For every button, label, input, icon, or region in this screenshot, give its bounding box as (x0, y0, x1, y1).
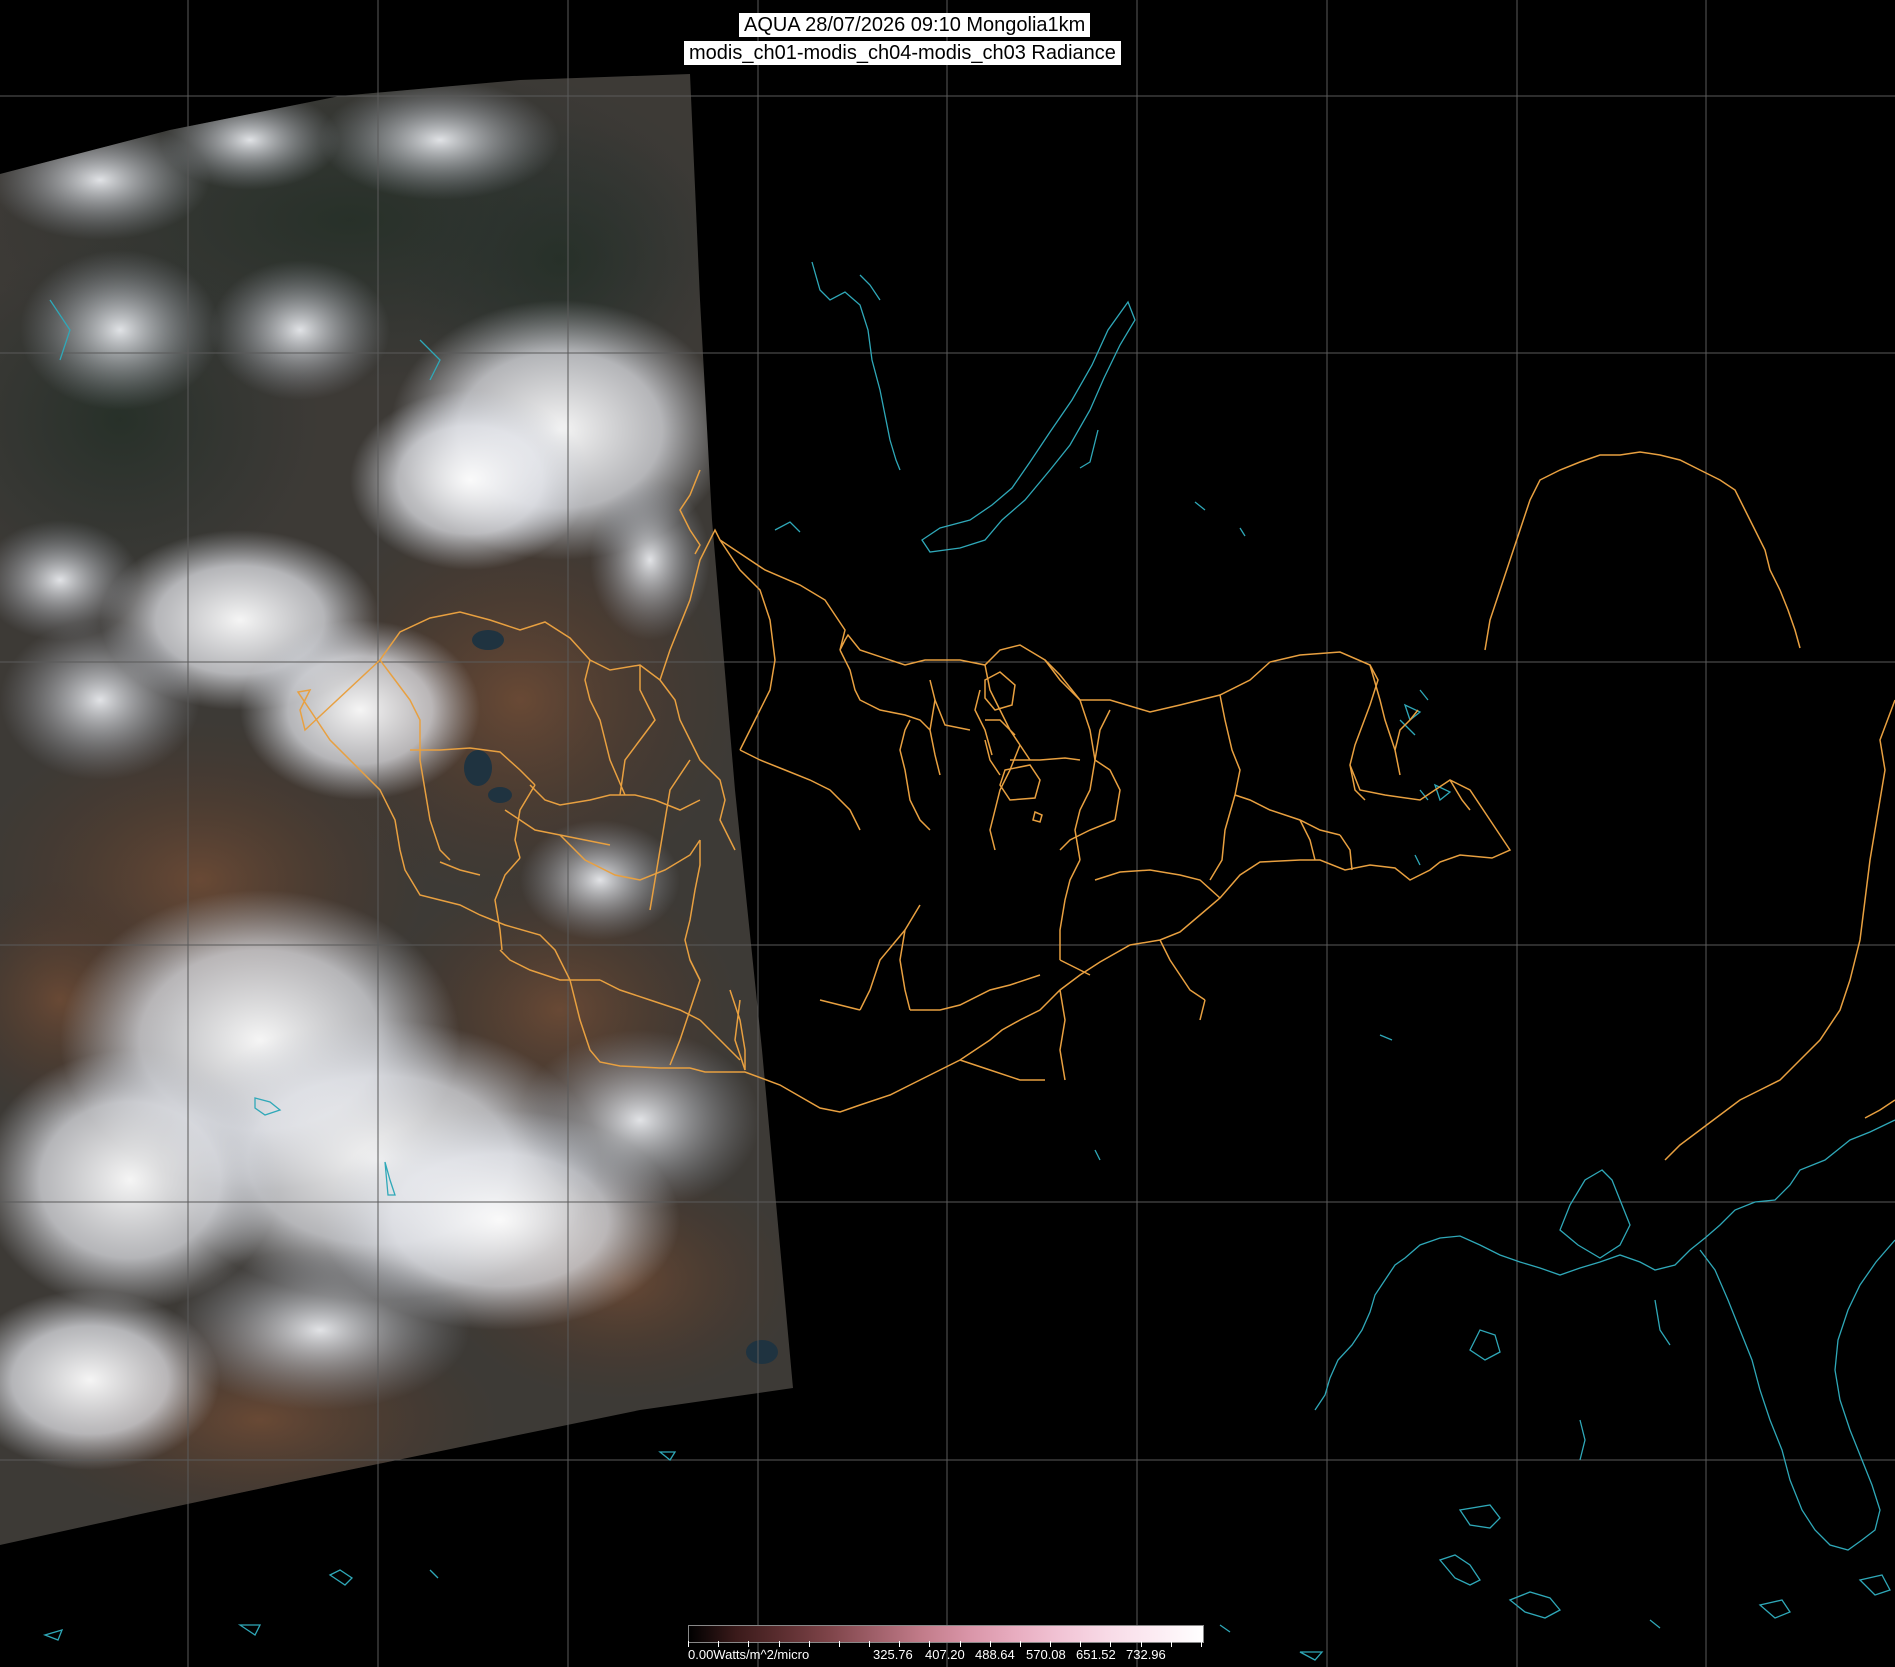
colorbar-tick-label: 570.08 (1026, 1647, 1066, 1662)
colorbar-tick-label: 325.76 (873, 1647, 913, 1662)
colorbar-tick-label: 488.64 (975, 1647, 1015, 1662)
title-line-1: AQUA 28/07/2026 09:10 Mongolia1km (739, 13, 1091, 37)
title-line-2: modis_ch01-modis_ch04-modis_ch03 Radianc… (684, 41, 1121, 65)
colorbar-tick-label: 651.52 (1076, 1647, 1116, 1662)
colorbar-min-label: 0.00Watts/m^2/micro (688, 1647, 810, 1662)
satellite-swath-image (0, 74, 793, 1545)
colorbar-tick-label: 732.96 (1126, 1647, 1166, 1662)
colorbar-tick-label: 407.20 (925, 1647, 965, 1662)
satellite-map (0, 0, 1895, 1667)
